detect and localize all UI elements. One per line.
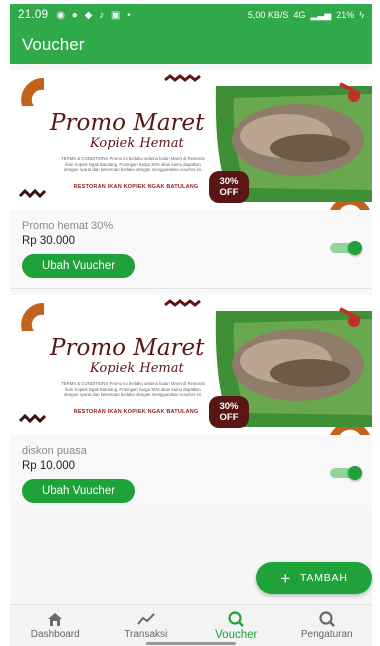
banner-terms: TERMS & CONDITIONS Promo ini berlaku sel…	[61, 156, 205, 172]
nav-label-transaksi: Transaksi	[124, 629, 168, 640]
settings-search-icon	[319, 611, 335, 627]
charging-icon: ϟ	[359, 10, 364, 20]
status-bar: 21.09 ◉ ● ◆ ♪ ▣ • 5,00 KB/S 4G ▂▃▅ 21% ϟ	[10, 4, 372, 26]
voucher-search-icon	[228, 611, 245, 627]
badge-off: OFF	[219, 187, 239, 198]
voucher-name: Promo hemat 30%	[22, 220, 114, 232]
banner-subtitle: Kopiek Hemat	[90, 361, 184, 376]
network-speed: 5,00 KB/S	[247, 10, 289, 20]
add-voucher-label: TAMBAH	[299, 572, 348, 584]
nav-item-pengaturan[interactable]: Pengaturan	[282, 605, 373, 646]
notification-icons: ◉ ● ◆ ♪ ▣ •	[56, 9, 133, 21]
app-bar: Voucher	[10, 26, 372, 64]
voucher-banner-image: Promo Maret Kopiek Hemat TERMS & CONDITI…	[10, 70, 372, 210]
plus-icon: +	[280, 568, 291, 588]
add-voucher-button[interactable]: + TAMBAH	[256, 562, 372, 594]
voucher-card[interactable]: Promo Maret Kopiek Hemat TERMS & CONDITI…	[10, 64, 372, 288]
banner-terms: TERMS & CONDITIONS Promo ini berlaku sel…	[61, 381, 205, 397]
banner-store: RESTORAN IKAN KOPIEK NGAK BATULANG	[73, 184, 199, 190]
home-icon	[48, 613, 63, 626]
nav-item-transaksi[interactable]: Transaksi	[101, 605, 192, 646]
voucher-list[interactable]: Promo Maret Kopiek Hemat TERMS & CONDITI…	[10, 64, 372, 604]
nav-item-voucher[interactable]: Voucher	[191, 605, 282, 646]
banner-title: Promo Maret	[50, 335, 205, 361]
banner-store: RESTORAN IKAN KOPIEK NGAK BATULANG	[73, 409, 199, 415]
nav-label-dashboard: Dashboard	[30, 629, 80, 640]
page-title: Voucher	[22, 35, 85, 54]
trend-icon	[136, 613, 155, 625]
toggle-thumb	[348, 241, 362, 255]
badge-percent: 30%	[219, 176, 239, 187]
badge-off: OFF	[219, 412, 239, 423]
bottom-nav: Dashboard Transaksi Voucher Pengaturan	[10, 604, 372, 646]
badge-percent: 30%	[219, 401, 239, 412]
edit-voucher-button[interactable]: Ubah Vuucher	[22, 479, 135, 503]
status-right: 5,00 KB/S 4G ▂▃▅ 21% ϟ	[248, 10, 364, 21]
nav-label-voucher: Voucher	[215, 629, 258, 641]
voucher-banner-image: Promo Maret Kopiek Hemat TERMS & CONDITI…	[10, 295, 372, 435]
nav-label-pengaturan: Pengaturan	[300, 629, 353, 640]
nav-item-dashboard[interactable]: Dashboard	[10, 605, 101, 646]
voucher-name: diskon puasa	[22, 445, 87, 457]
discount-badge: 30% OFF	[209, 396, 249, 428]
voucher-active-toggle[interactable]	[330, 466, 362, 480]
voucher-card[interactable]: Promo Maret Kopiek Hemat TERMS & CONDITI…	[10, 288, 372, 508]
status-time: 21.09	[18, 9, 49, 21]
banner-subtitle: Kopiek Hemat	[90, 136, 184, 151]
discount-badge: 30% OFF	[209, 171, 249, 203]
battery-level: 21%	[336, 10, 355, 20]
voucher-price: Rp 10.000	[22, 460, 76, 472]
voucher-active-toggle[interactable]	[330, 241, 362, 255]
toggle-thumb	[348, 466, 362, 480]
banner-title: Promo Maret	[50, 110, 205, 136]
edit-voucher-button[interactable]: Ubah Vuucher	[22, 254, 135, 278]
gesture-handle	[146, 642, 236, 645]
voucher-price: Rp 30.000	[22, 235, 76, 247]
network-type: 4G	[293, 10, 306, 20]
signal-icon: ▂▃▅	[310, 9, 332, 20]
